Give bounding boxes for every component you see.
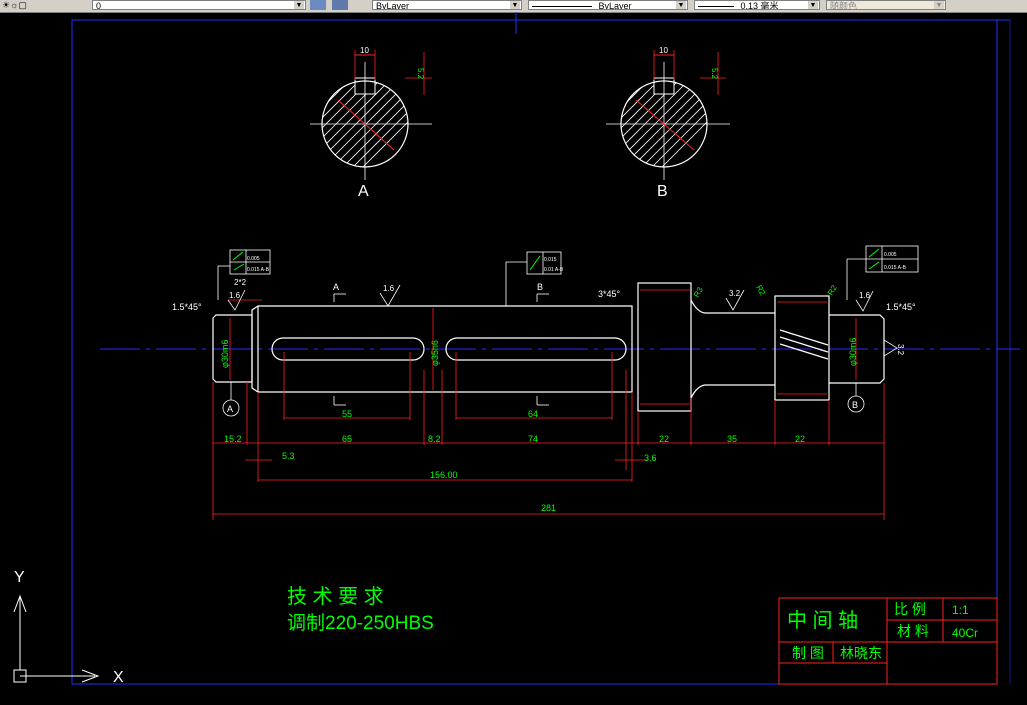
color-combo[interactable]: ByLayer ▼	[372, 0, 522, 10]
drawing-border	[71, 19, 998, 685]
dim-64: 64	[528, 409, 538, 419]
layer-value: 0	[96, 1, 102, 10]
material-value: 40Cr	[952, 626, 978, 640]
color-value: ByLayer	[376, 1, 410, 10]
cut-b-label: B	[537, 282, 543, 292]
layer-previous-icon[interactable]	[332, 0, 348, 10]
fit-left: 2*2	[234, 278, 247, 287]
chevron-down-icon[interactable]: ▼	[294, 1, 304, 9]
tol-mid-datum: 0.01 A-B	[544, 267, 564, 273]
ucs-icon	[13, 594, 100, 683]
chamfer-mid: 3*45°	[598, 289, 621, 299]
dim-74: 74	[528, 434, 538, 444]
layer-combo[interactable]: 0 ▼	[92, 0, 306, 10]
section-a	[310, 50, 432, 180]
tech-req-title: 技 术 要 求	[287, 585, 384, 608]
section-a-label: A	[358, 183, 369, 200]
dim-22-a: 22	[659, 434, 669, 444]
dim-5-3: 5.3	[282, 451, 295, 461]
dim-8-2: 8.2	[428, 434, 441, 444]
section-b-width-dim: 10	[659, 46, 668, 55]
part-name: 中 间 轴	[787, 609, 858, 632]
linetype-value: ByLayer	[598, 1, 632, 10]
tol-mid-value: 0.015	[544, 257, 557, 263]
section-b	[606, 50, 730, 180]
dia-mid: φ35h6	[430, 340, 440, 366]
tol-right-datum: 0.015 A-B	[884, 265, 907, 271]
roughness-left: 1.6	[229, 291, 241, 300]
section-b-label: B	[657, 183, 668, 200]
lineweight-combo[interactable]: 0.13 毫米 ▼	[694, 0, 820, 10]
layer-manager-icon[interactable]	[310, 0, 326, 10]
plotstyle-value: 随颜色	[830, 1, 858, 10]
dimension-lines	[212, 308, 885, 520]
lineweight-preview	[698, 6, 734, 8]
radius-r2-b: R2	[826, 283, 839, 297]
tech-req-line1: 调制220-250HBS	[287, 612, 434, 634]
dim-55: 55	[342, 409, 352, 419]
lineweight-value: 0.13 毫米	[740, 1, 779, 10]
radius-r3: R3	[692, 285, 705, 299]
section-b-depth-dim: 5.2	[710, 68, 719, 80]
cad-drawing[interactable]: 10 5.2 A 10 5.2 B 55 64 15.2 65 8.2 74 2…	[0, 12, 1027, 700]
linetype-preview	[532, 6, 592, 8]
dia-left: φ30m6	[220, 340, 230, 368]
radius-r2-a: R2	[754, 284, 767, 298]
datum-b-label: B	[852, 400, 858, 410]
tol-right-value: 0.005	[884, 252, 897, 258]
tol-left-datum: 0.015 A-B	[247, 267, 270, 273]
dim-22-b: 22	[795, 434, 805, 444]
chevron-down-icon[interactable]: ▼	[808, 1, 818, 9]
tolerance-frame-right	[846, 245, 919, 300]
dim-3-6: 3.6	[644, 453, 657, 463]
roughness-neck: 3.2	[729, 289, 741, 298]
scale-value: 1:1	[952, 603, 969, 617]
chevron-down-icon[interactable]: ▼	[510, 1, 520, 9]
scale-label: 比 例	[894, 601, 926, 617]
cut-a-label: A	[333, 282, 339, 292]
drawn-value: 林晓东	[840, 645, 882, 661]
dim-15-2: 15.2	[224, 434, 242, 444]
datum-a-label: A	[227, 404, 233, 414]
chevron-down-icon[interactable]: ▼	[676, 1, 686, 9]
ucs-y-label: Y	[14, 569, 25, 586]
dim-65: 65	[342, 434, 352, 444]
material-label: 材 料	[897, 623, 929, 639]
ucs-x-label: X	[113, 669, 124, 686]
chamfer-right: 1.5*45°	[886, 302, 916, 312]
section-a-width-dim: 10	[360, 46, 369, 55]
dim-35: 35	[727, 434, 737, 444]
dim-156: 156.00	[430, 470, 458, 480]
roughness-mid: 1.6	[383, 284, 395, 293]
chamfer-left: 1.5*45°	[172, 302, 202, 312]
plotstyle-combo[interactable]: 随颜色 ▼	[826, 0, 946, 10]
roughness-end: 3.2	[896, 344, 905, 356]
dia-right: φ30m6	[848, 338, 858, 366]
linetype-combo[interactable]: ByLayer ▼	[528, 0, 688, 10]
drawn-label: 制 图	[792, 645, 824, 661]
dim-281: 281	[541, 503, 556, 513]
drawing-canvas[interactable]: 10 5.2 A 10 5.2 B 55 64 15.2 65 8.2 74 2…	[0, 12, 1027, 700]
section-a-depth-dim: 5.2	[416, 68, 425, 80]
roughness-right: 1.6	[859, 291, 871, 300]
tol-left-value: 0.005	[247, 256, 260, 262]
layer-state-icons[interactable]: ☀☼▢	[2, 0, 27, 11]
chevron-down-icon[interactable]: ▼	[934, 1, 944, 9]
